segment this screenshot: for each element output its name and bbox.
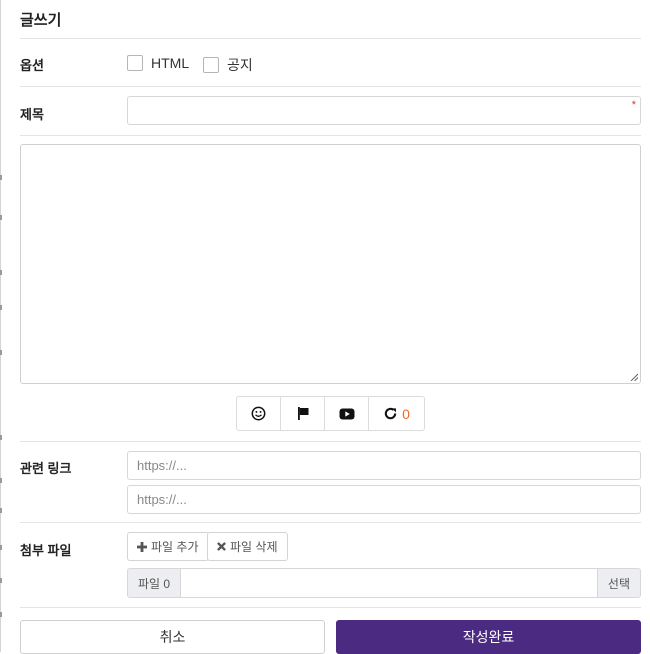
attach-label: 첨부 파일 — [20, 543, 72, 558]
html-option-label: HTML — [151, 55, 190, 71]
editor-toolbar: 0 — [236, 396, 425, 431]
flag-icon — [297, 407, 308, 420]
html-option[interactable]: HTML — [127, 55, 189, 71]
smile-icon — [251, 406, 266, 421]
file-count: 파일 0 — [128, 569, 182, 597]
link-field-2[interactable] — [127, 485, 641, 514]
add-file-label: 파일 추가 — [151, 540, 199, 554]
autosave-button[interactable]: 0 — [369, 397, 424, 430]
add-file-button[interactable]: 파일 추가 — [127, 532, 209, 561]
content-editor[interactable] — [20, 144, 641, 384]
divider — [20, 522, 641, 523]
notice-checkbox[interactable] — [203, 57, 219, 73]
divider — [20, 607, 641, 608]
autosave-count: 0 — [402, 405, 410, 422]
subject-input[interactable] — [128, 97, 640, 124]
file-name-field[interactable] — [181, 569, 597, 597]
divider — [20, 86, 641, 87]
divider — [20, 38, 641, 39]
divider — [20, 135, 641, 136]
subject-label: 제목 — [20, 107, 44, 122]
notice-option-label: 공지 — [227, 57, 253, 73]
link-field-1[interactable] — [127, 451, 641, 480]
options-label: 옵션 — [20, 58, 44, 73]
emoticon-button[interactable] — [237, 397, 281, 430]
left-edge-border — [0, 0, 2, 652]
submit-button[interactable]: 작성완료 — [336, 620, 641, 654]
page-title: 글쓰기 — [20, 12, 62, 29]
delete-file-button[interactable]: 파일 삭제 — [207, 532, 288, 561]
delete-file-label: 파일 삭제 — [230, 540, 278, 554]
notice-option[interactable]: 공지 — [203, 55, 253, 75]
required-mark: * — [631, 99, 636, 111]
times-icon — [217, 542, 226, 551]
write-form: 글쓰기 옵션 HTML 공지 제목 * 0 관련 링크 https://... … — [20, 0, 641, 654]
special-char-button[interactable] — [281, 397, 325, 430]
cancel-button[interactable]: 취소 — [20, 620, 325, 654]
file-select-button[interactable]: 선택 — [596, 569, 640, 597]
html-checkbox[interactable] — [127, 55, 143, 71]
link-input-1[interactable] — [128, 452, 640, 479]
plus-icon — [137, 541, 147, 552]
file-input-group: 파일 0 선택 — [127, 568, 641, 598]
link-label: 관련 링크 — [20, 461, 72, 476]
link-input-2[interactable] — [128, 486, 640, 513]
refresh-icon — [384, 407, 397, 420]
video-button[interactable] — [325, 397, 369, 430]
subject-field[interactable]: * — [127, 96, 641, 125]
resize-grip-icon[interactable] — [630, 373, 638, 381]
divider — [20, 441, 641, 442]
video-play-icon — [339, 408, 354, 419]
